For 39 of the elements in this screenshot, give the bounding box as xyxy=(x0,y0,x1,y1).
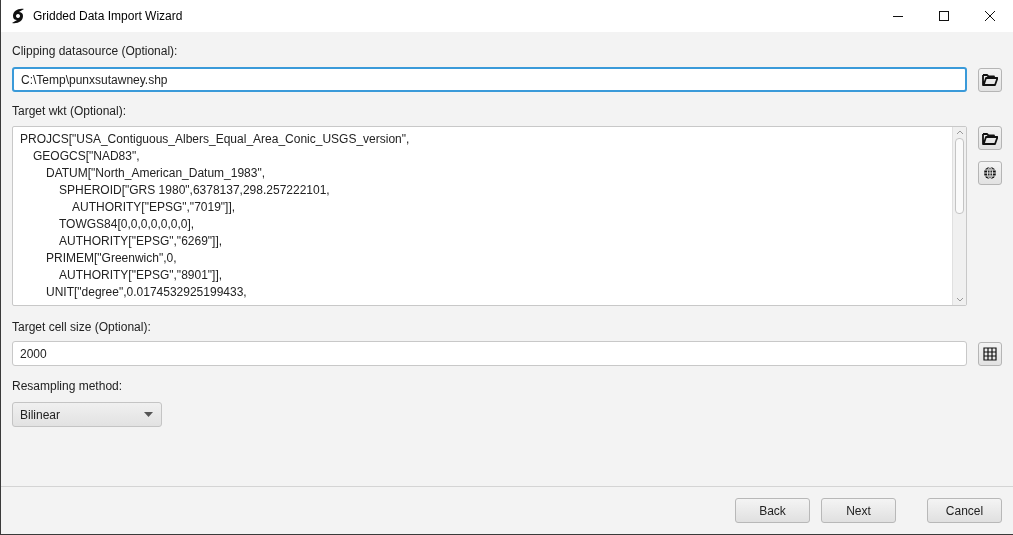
scroll-down-icon xyxy=(955,297,964,303)
grid-icon xyxy=(983,346,997,361)
browse-button[interactable] xyxy=(978,126,1002,150)
cancel-button[interactable]: Cancel xyxy=(927,498,1002,523)
globe-button[interactable] xyxy=(978,161,1002,185)
wkt-text-area[interactable] xyxy=(12,126,967,306)
folder-icon xyxy=(982,131,998,145)
wkt-line: SPHEROID["GRS 1980",6378137,298.257222101, xyxy=(59,182,330,199)
folder-icon xyxy=(982,73,998,86)
next-button[interactable]: Next xyxy=(821,498,896,523)
scrollbar-thumb[interactable] xyxy=(955,138,964,214)
window-title: Gridded Data Import Wizard xyxy=(33,8,183,25)
cell-size-field[interactable]: 2000 xyxy=(12,341,967,366)
wkt-line: GEOGCS["NAD83", xyxy=(33,148,140,165)
clipping-field[interactable]: C:\Temp\punxsutawney.shp xyxy=(12,67,967,92)
scrollbar[interactable] xyxy=(952,127,966,305)
wkt-line: PROJCS["USA_Contiguous_Albers_Equal_Area_Conic_USGS_version", xyxy=(20,131,410,148)
minimize-icon xyxy=(893,15,903,17)
globe-icon xyxy=(983,166,997,180)
storm-icon xyxy=(11,8,25,24)
wkt-line: TOWGS84[0,0,0,0,0,0,0], xyxy=(59,216,195,233)
field-label: Target wkt (Optional): xyxy=(12,103,127,120)
maximize-icon xyxy=(939,11,949,21)
browse-button[interactable] xyxy=(978,67,1002,92)
field-label: Clipping datasource (Optional): xyxy=(12,43,178,60)
wkt-line: UNIT["degree",0.0174532925199433, xyxy=(46,284,247,301)
caret-icon xyxy=(144,412,153,417)
wkt-line: PRIMEM["Greenwich",0, xyxy=(46,250,177,267)
scroll-up-icon xyxy=(955,129,964,135)
back-button[interactable]: Back xyxy=(735,498,810,523)
grid-button[interactable] xyxy=(978,341,1002,366)
close-icon xyxy=(985,11,995,21)
resampling-dropdown[interactable]: Bilinear xyxy=(12,402,162,427)
wkt-line: AUTHORITY["EPSG","6269"]], xyxy=(59,233,223,250)
wkt-line: DATUM["North_American_Datum_1983", xyxy=(46,165,266,182)
field-label: Target cell size (Optional): xyxy=(12,319,151,336)
wkt-line: AUTHORITY["EPSG","7019"]], xyxy=(72,199,236,216)
field-label: Resampling method: xyxy=(12,378,123,395)
wkt-line: AUTHORITY["EPSG","8901"]], xyxy=(59,267,223,284)
